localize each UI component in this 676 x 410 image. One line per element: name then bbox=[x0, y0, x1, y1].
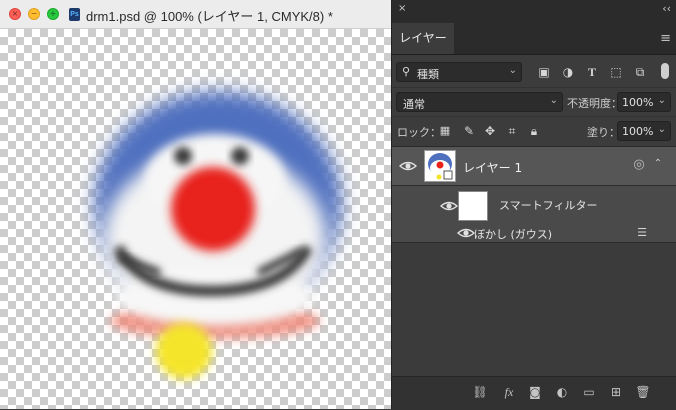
panel-close-icon[interactable]: × bbox=[398, 3, 406, 14]
nose-red bbox=[171, 167, 255, 251]
chevron-down-icon: ⌄ bbox=[549, 95, 558, 106]
bell-yellow bbox=[156, 323, 212, 379]
lock-label: ロック： bbox=[397, 126, 441, 139]
smart-filter-mask-thumbnail[interactable] bbox=[458, 191, 488, 221]
layer-row[interactable]: レイヤー 1 ◎ ⌃ bbox=[392, 147, 676, 186]
type-filter-icon[interactable]: T bbox=[585, 65, 599, 79]
smart-object-filter-icon[interactable]: ⧉ bbox=[633, 65, 647, 79]
filter-row: ⚲ 種類 ⌄ ▣ ◑ T ⬚ ⧉ bbox=[392, 55, 676, 87]
filter-blending-options-icon[interactable]: ☰ bbox=[635, 226, 649, 240]
lock-transparent-pixels-icon[interactable]: ▦ bbox=[438, 124, 452, 138]
chevron-down-icon: ⌄ bbox=[508, 65, 517, 76]
fill-input[interactable]: 100% ⌄ bbox=[617, 121, 671, 141]
blend-mode-select[interactable]: 通常 ⌄ bbox=[396, 92, 563, 112]
delete-layer-icon[interactable]: 🗑︎ bbox=[635, 384, 651, 400]
add-mask-icon[interactable]: ◙ bbox=[527, 384, 543, 400]
filter-item-eye-icon[interactable] bbox=[457, 226, 475, 240]
filter-kind-label: 種類 bbox=[417, 68, 439, 81]
image-canvas[interactable] bbox=[0, 29, 391, 409]
image-filter-icon[interactable]: ▣ bbox=[537, 65, 551, 79]
layer-thumbnail bbox=[424, 150, 456, 182]
lock-position-icon[interactable]: ✥ bbox=[483, 124, 497, 138]
document-window: × − + Ps drm1.psd @ 100% (レイヤー 1, CMYK/8… bbox=[0, 0, 391, 409]
collapse-effects-icon[interactable]: ⌃ bbox=[651, 157, 665, 171]
filter-kind-select[interactable]: ⚲ 種類 ⌄ bbox=[396, 62, 522, 82]
smart-filter-badge-icon: ◎ bbox=[633, 157, 645, 172]
lock-row: ロック： ▦ ✎ ✥ ⌗ 🔒︎ 塗り： 100% ⌄ bbox=[392, 117, 676, 147]
document-title: drm1.psd @ 100% (レイヤー 1, CMYK/8) * bbox=[86, 9, 333, 24]
smart-filter-group: スマートフィルター ぼかし (ガウス) ☰ bbox=[392, 186, 676, 243]
adjustment-filter-icon[interactable]: ◑ bbox=[561, 65, 575, 79]
lock-image-pixels-icon[interactable]: ✎ bbox=[462, 124, 476, 138]
shape-filter-icon[interactable]: ⬚ bbox=[609, 65, 623, 79]
new-layer-icon[interactable]: ⊞ bbox=[608, 384, 624, 400]
fill-label: 塗り： bbox=[587, 126, 620, 139]
fullscreen-icon: + bbox=[49, 9, 57, 18]
layers-panel: × ‹‹ レイヤー ≡ ⚲ 種類 ⌄ ▣ ◑ T ⬚ ⧉ 通常 ⌄ 不透明度： … bbox=[391, 0, 676, 410]
zoom-window-button[interactable]: + bbox=[47, 8, 59, 20]
minimize-window-button[interactable]: − bbox=[28, 8, 40, 20]
fx-icon[interactable]: fx bbox=[501, 384, 517, 400]
tab-layers[interactable]: レイヤー bbox=[392, 23, 454, 54]
layer-name[interactable]: レイヤー 1 bbox=[463, 159, 522, 176]
eye-right bbox=[231, 147, 249, 165]
document-titlebar: × − + Ps drm1.psd @ 100% (レイヤー 1, CMYK/8… bbox=[0, 0, 391, 29]
chevron-down-icon: ⌄ bbox=[657, 95, 666, 106]
panel-collapse-icon[interactable]: ‹‹ bbox=[662, 2, 671, 15]
panel-menu-icon[interactable]: ≡ bbox=[660, 31, 671, 46]
opacity-value: 100% bbox=[622, 96, 654, 109]
photoshop-file-icon: Ps bbox=[69, 8, 80, 21]
new-group-icon[interactable]: ▭ bbox=[581, 384, 597, 400]
panel-footer: ⛓ fx ◙ ◐ ▭ ⊞ 🗑︎ bbox=[392, 376, 676, 410]
eye-left bbox=[174, 147, 192, 165]
layers-empty-area bbox=[392, 243, 676, 376]
close-window-button[interactable]: × bbox=[9, 8, 21, 20]
minimize-icon: − bbox=[30, 9, 38, 18]
filter-toggle-switch[interactable] bbox=[661, 63, 669, 79]
search-icon: ⚲ bbox=[402, 65, 411, 78]
blend-row: 通常 ⌄ 不透明度： 100% ⌄ bbox=[392, 88, 676, 116]
filter-item-label[interactable]: ぼかし (ガウス) bbox=[474, 226, 552, 242]
blend-mode-label: 通常 bbox=[403, 98, 425, 111]
smart-filter-label: スマートフィルター bbox=[499, 199, 598, 212]
visibility-eye-icon[interactable] bbox=[399, 159, 417, 173]
panel-tab-row: レイヤー ≡ bbox=[392, 20, 676, 55]
smart-filter-eye-icon[interactable] bbox=[440, 199, 458, 213]
panel-header: × ‹‹ bbox=[392, 0, 676, 20]
lock-artboard-icon[interactable]: ⌗ bbox=[505, 124, 519, 138]
lock-all-icon[interactable]: 🔒︎ bbox=[527, 124, 541, 138]
blurred-character-image bbox=[95, 92, 341, 379]
link-layers-icon[interactable]: ⛓ bbox=[472, 384, 488, 400]
opacity-input[interactable]: 100% ⌄ bbox=[617, 92, 671, 112]
fill-value: 100% bbox=[622, 125, 654, 138]
close-icon: × bbox=[11, 9, 19, 18]
opacity-label: 不透明度： bbox=[567, 97, 622, 110]
chevron-down-icon: ⌄ bbox=[657, 124, 666, 135]
adjustment-layer-icon[interactable]: ◐ bbox=[554, 384, 570, 400]
